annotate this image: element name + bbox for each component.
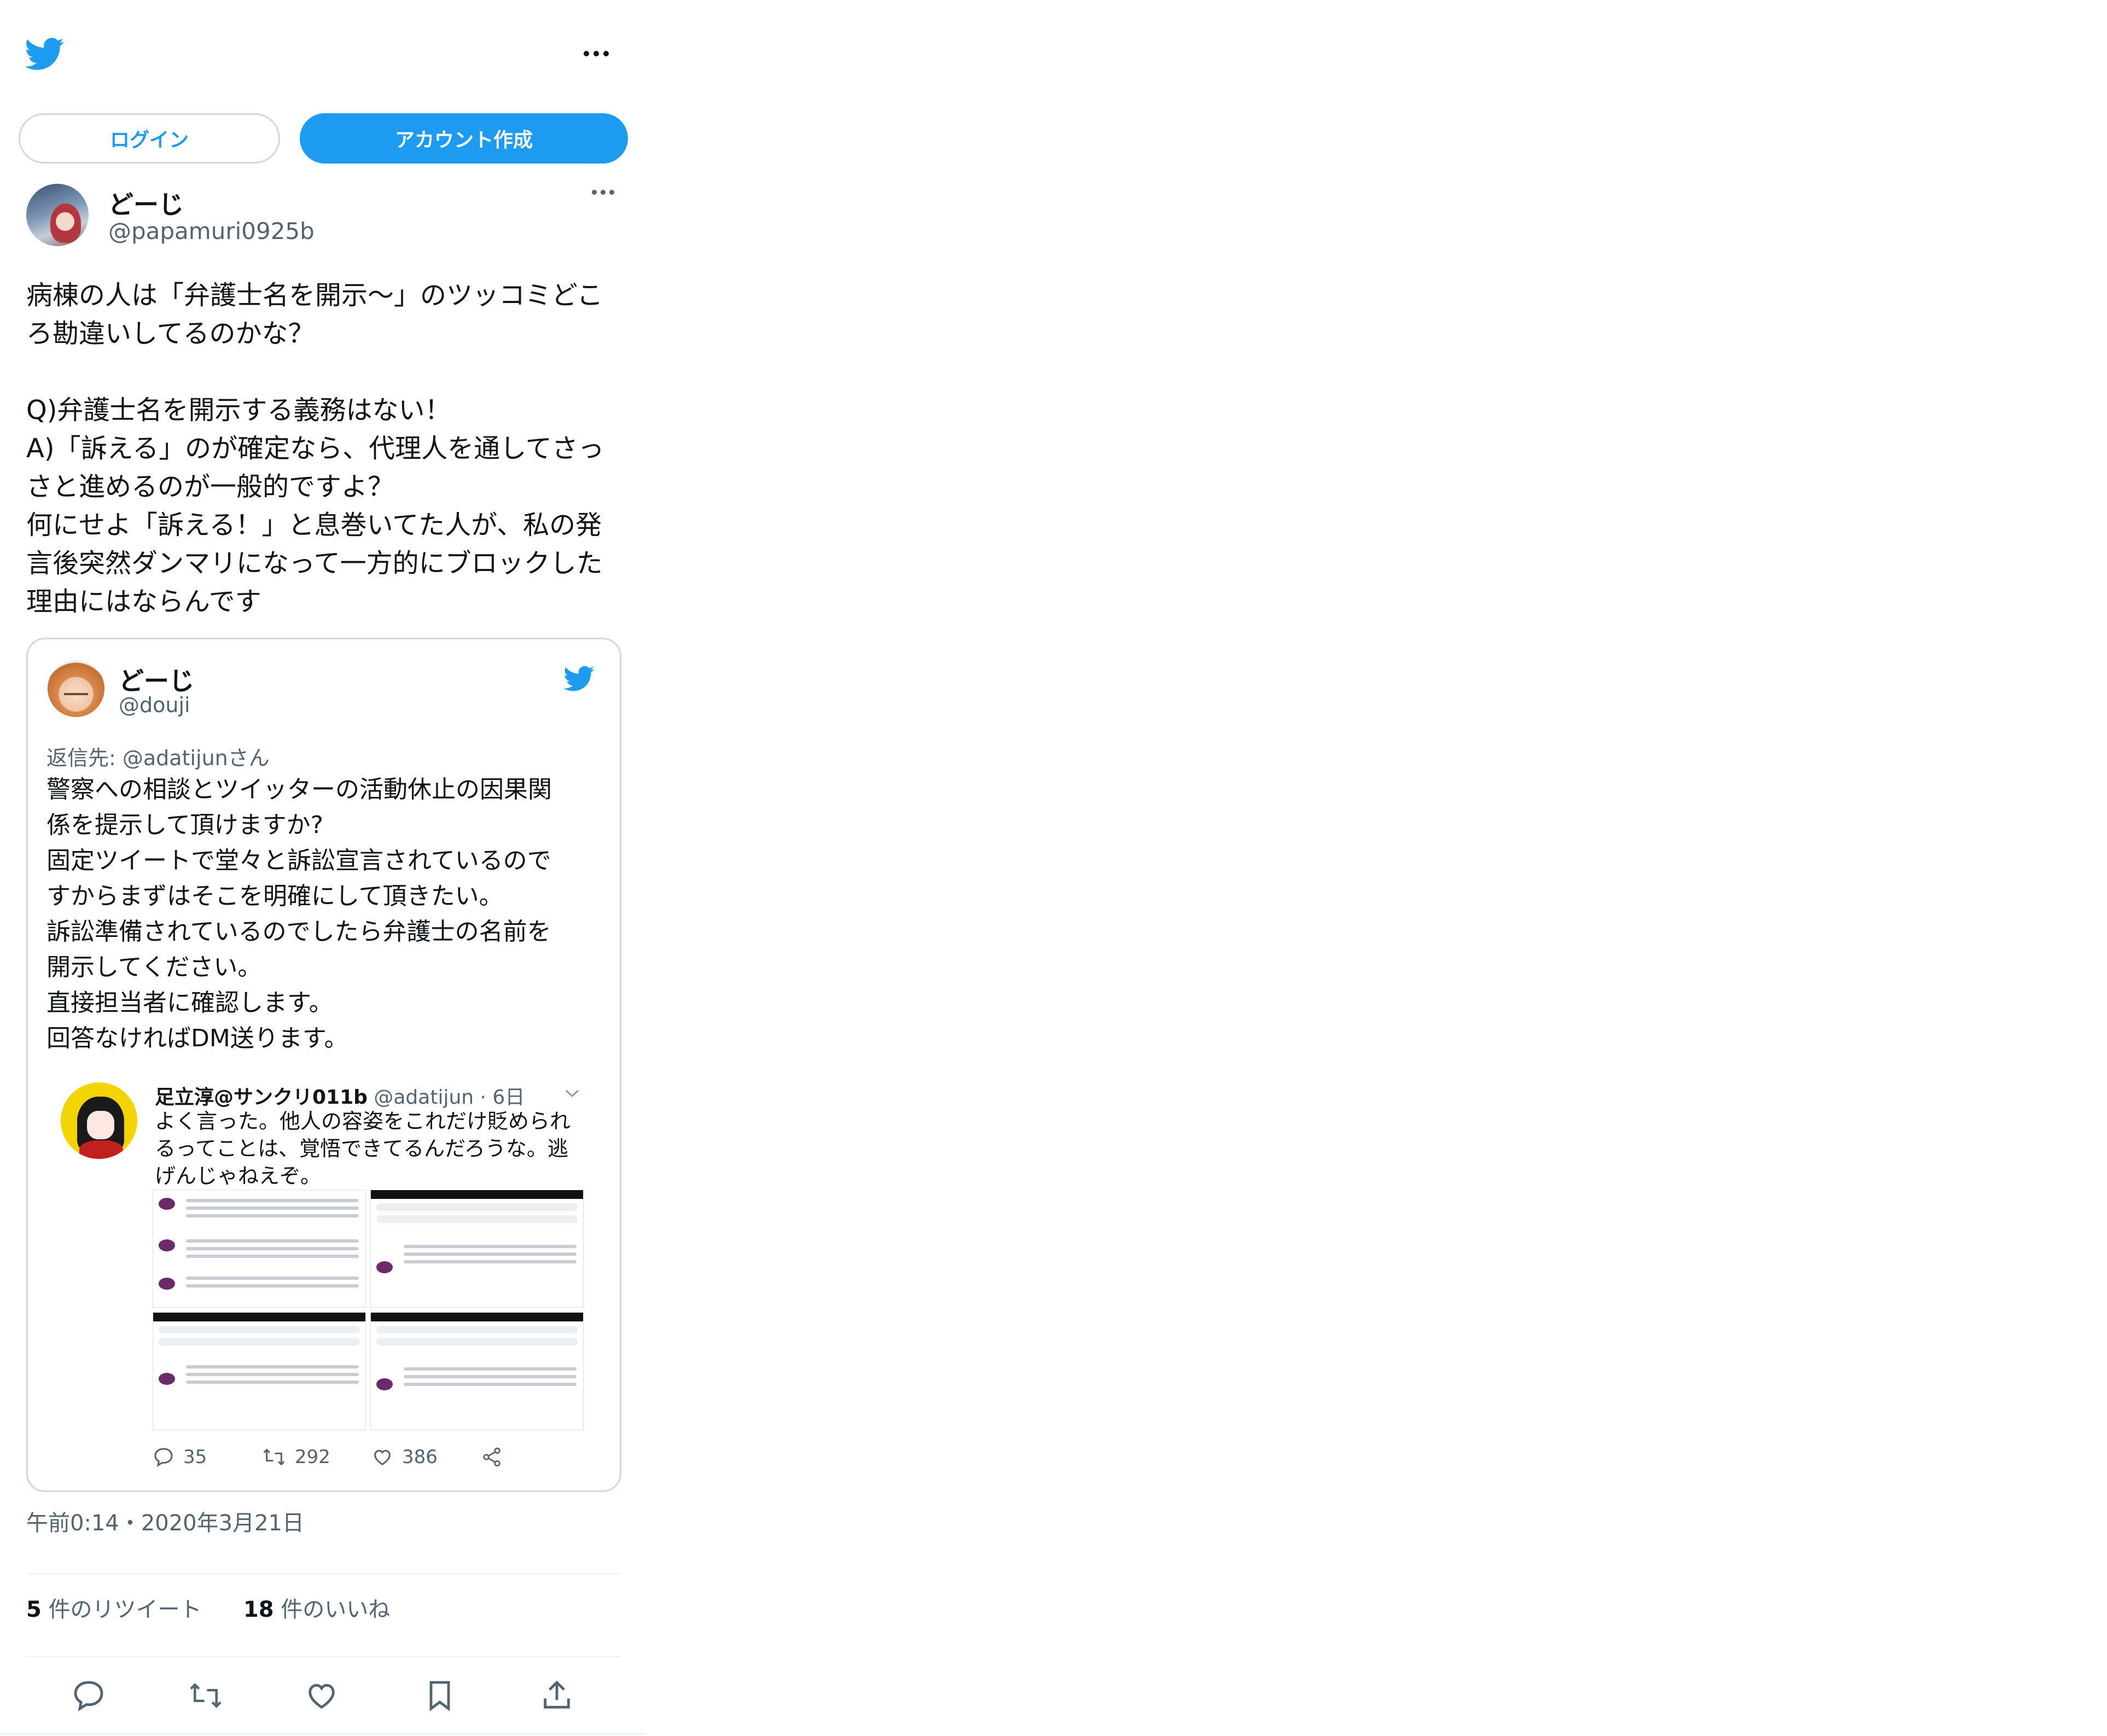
like-total[interactable]: 18 件のいいね — [243, 1597, 390, 1622]
divider — [26, 1573, 621, 1574]
inner-tweet-text: よく言った。他人の容姿をこれだけ貶められ るってことは、覚悟できてるんだろうな。… — [155, 1108, 581, 1190]
tweet-line: さと進めるのが一般的ですよ？ — [26, 471, 394, 502]
tweet-line: ろ勘違いしてるのかな？ — [26, 318, 315, 349]
screenshot-image[interactable] — [370, 1312, 584, 1430]
author-name[interactable]: どーじ — [108, 185, 184, 221]
retweet-total-number: 5 — [26, 1597, 42, 1622]
quoted-name[interactable]: どーじ — [119, 661, 194, 697]
quoted-line: すからまずはそこを明確にして頂きたい。 — [46, 882, 503, 910]
inner-line: げんじゃねえぞ。 — [155, 1164, 322, 1188]
quoted-line: 警察への相談とツイッターの活動休止の因果関 — [46, 776, 552, 803]
quoted-stats: 35 292 386 — [153, 1446, 590, 1473]
tweet-page: ログイン アカウント作成 どーじ @papamuri0925b 病棟の人は「弁護… — [0, 0, 645, 1736]
reply-icon[interactable] — [71, 1678, 106, 1713]
tweet-more-icon[interactable] — [592, 190, 614, 195]
inner-line: るってことは、覚悟できてるんだろうな。逃 — [155, 1137, 568, 1161]
quoted-share-stat[interactable] — [481, 1446, 503, 1468]
quoted-retweet-stat[interactable]: 292 — [262, 1446, 330, 1468]
quoted-line: 訴訟準備されているのでしたら弁護士の名前を — [46, 918, 551, 946]
attached-screenshots[interactable] — [153, 1190, 584, 1430]
retweet-count: 292 — [295, 1446, 330, 1468]
quoted-reply-stat[interactable]: 35 — [153, 1446, 207, 1468]
login-button[interactable]: ログイン — [19, 113, 280, 164]
quoted-avatar[interactable] — [48, 660, 104, 717]
inner-handle-time: @adatijun · 6日 — [374, 1086, 525, 1109]
share-icon[interactable] — [539, 1678, 574, 1713]
engagement-counts: 5 件のリツイート 18 件のいいね — [26, 1592, 390, 1623]
tweet-action-bar — [26, 1674, 621, 1717]
retweet-icon — [263, 1448, 285, 1466]
tweet-line: 言後突然ダンマリになって一方的にブロックした — [26, 548, 603, 579]
screenshot-image[interactable] — [153, 1312, 366, 1430]
twitter-bird-icon[interactable] — [25, 37, 65, 71]
chevron-down-icon[interactable] — [564, 1088, 580, 1099]
screenshot-image[interactable] — [370, 1190, 584, 1308]
tweet-line: 病棟の人は「弁護士名を開示〜」のツッコミどこ — [26, 280, 603, 311]
twitter-bird-icon[interactable] — [564, 666, 595, 692]
signup-button[interactable]: アカウント作成 — [300, 113, 628, 164]
quoted-line: 直接担当者に確認します。 — [46, 989, 333, 1017]
quoted-line: 係を提示して頂けますか? — [46, 811, 324, 839]
tweet-line — [26, 353, 622, 391]
quoted-line: 開示してください。 — [46, 953, 262, 981]
reply-icon — [154, 1448, 173, 1467]
quoted-text: 警察への相談とツイッターの活動休止の因果関 係を提示して頂けますか? 固定ツイー… — [46, 772, 604, 1056]
author-avatar[interactable] — [26, 184, 89, 246]
tweet-timestamp[interactable]: 午前0:14・2020年3月21日 — [26, 1505, 304, 1537]
inner-line: よく言った。他人の容姿をこれだけ貶められ — [155, 1109, 571, 1133]
tweet-line: 理由にはならんです — [26, 586, 261, 617]
share-icon — [483, 1447, 500, 1467]
author-handle[interactable]: @papamuri0925b — [108, 218, 315, 244]
like-total-number: 18 — [243, 1597, 274, 1622]
inner-avatar[interactable] — [61, 1082, 137, 1159]
quoted-like-stat[interactable]: 386 — [371, 1446, 438, 1468]
quoted-handle[interactable]: @douji — [119, 693, 190, 717]
bookmark-icon[interactable] — [422, 1678, 457, 1713]
embedded-tweet-card[interactable]: どーじ @douji 返信先: @adatijunさん 警察への相談とツイッター… — [26, 638, 621, 1492]
quoted-line: 回答なければDM送ります。 — [46, 1024, 348, 1052]
tweet-text: 病棟の人は「弁護士名を開示〜」のツッコミどこ ろ勘違いしてるのかな？ Q)弁護士… — [26, 276, 622, 621]
retweet-total[interactable]: 5 件のリツイート — [26, 1597, 202, 1622]
more-horizontal-icon[interactable] — [580, 43, 613, 65]
tweet-line: A)「訴える」のが確定なら、代理人を通してさっ — [26, 433, 604, 464]
screenshot-image[interactable] — [153, 1190, 366, 1308]
like-icon[interactable] — [304, 1678, 339, 1713]
like-total-label: 件のいいね — [281, 1597, 391, 1622]
tweet-line: 何にせよ「訴える！」と息巻いてた人が、私の発 — [26, 510, 602, 540]
divider — [0, 1733, 645, 1735]
like-count: 386 — [402, 1446, 438, 1468]
inner-name[interactable]: 足立淳@サンクリ011b — [155, 1086, 368, 1109]
tweet-line: Q)弁護士名を開示する義務はない！ — [26, 395, 451, 426]
quoted-line: 固定ツイートで堂々と訴訟宣言されているので — [46, 847, 551, 875]
divider — [26, 1656, 621, 1657]
reply-count: 35 — [183, 1446, 207, 1468]
reply-to-label[interactable]: 返信先: @adatijunさん — [46, 741, 270, 771]
retweet-icon[interactable] — [188, 1678, 223, 1713]
retweet-total-label: 件のリツイート — [48, 1597, 202, 1622]
inner-tweet-header[interactable]: 足立淳@サンクリ011b @adatijun · 6日 — [155, 1081, 525, 1110]
like-icon — [374, 1449, 391, 1466]
